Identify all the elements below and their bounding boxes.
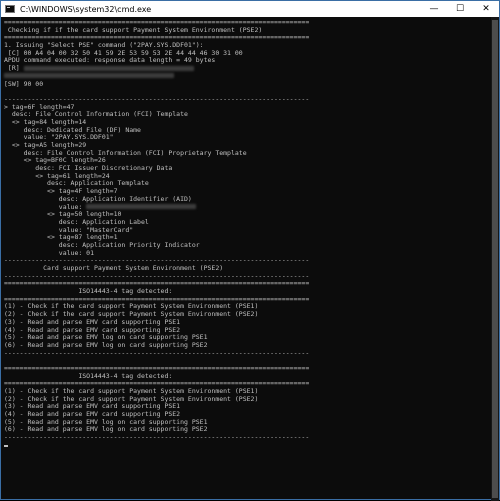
window-title: C:\WINDOWS\system32\cmd.exe	[20, 4, 152, 14]
cmd-window: C:\WINDOWS\system32\cmd.exe — ☐ ✕ ======…	[0, 0, 500, 501]
window-controls: — ☐ ✕	[421, 1, 499, 17]
console-line-text: ----------------------------------------…	[4, 433, 310, 442]
text-cursor	[4, 444, 8, 447]
vertical-scrollbar[interactable]	[491, 17, 499, 501]
redacted-data	[23, 65, 194, 71]
title-bar[interactable]: C:\WINDOWS\system32\cmd.exe — ☐ ✕	[1, 1, 499, 17]
console-app-icon	[5, 5, 15, 13]
redacted-data	[86, 204, 197, 209]
console-line: [SW] 90 00	[4, 79, 493, 89]
console-line: ----------------------------------------…	[4, 95, 493, 104]
scrollbar-thumb[interactable]	[492, 20, 498, 498]
console-output[interactable]: ========================================…	[1, 17, 493, 501]
console-line: ----------------------------------------…	[4, 433, 493, 442]
console-line: [R]	[4, 64, 493, 73]
console-line-text: APDU command executed: response data len…	[4, 56, 216, 65]
console-line-text: [R]	[4, 64, 24, 73]
console-line	[4, 73, 493, 81]
console-line-text: ----------------------------------------…	[4, 348, 310, 357]
console-line: APDU command executed: response data len…	[4, 57, 493, 65]
maximize-button[interactable]: ☐	[447, 1, 473, 17]
console-line: ----------------------------------------…	[4, 348, 493, 358]
close-button[interactable]: ✕	[473, 1, 499, 17]
console-line	[4, 442, 493, 450]
redacted-data	[4, 73, 174, 79]
minimize-button[interactable]: —	[421, 1, 447, 17]
console-line-text: [SW] 90 00	[4, 79, 44, 88]
